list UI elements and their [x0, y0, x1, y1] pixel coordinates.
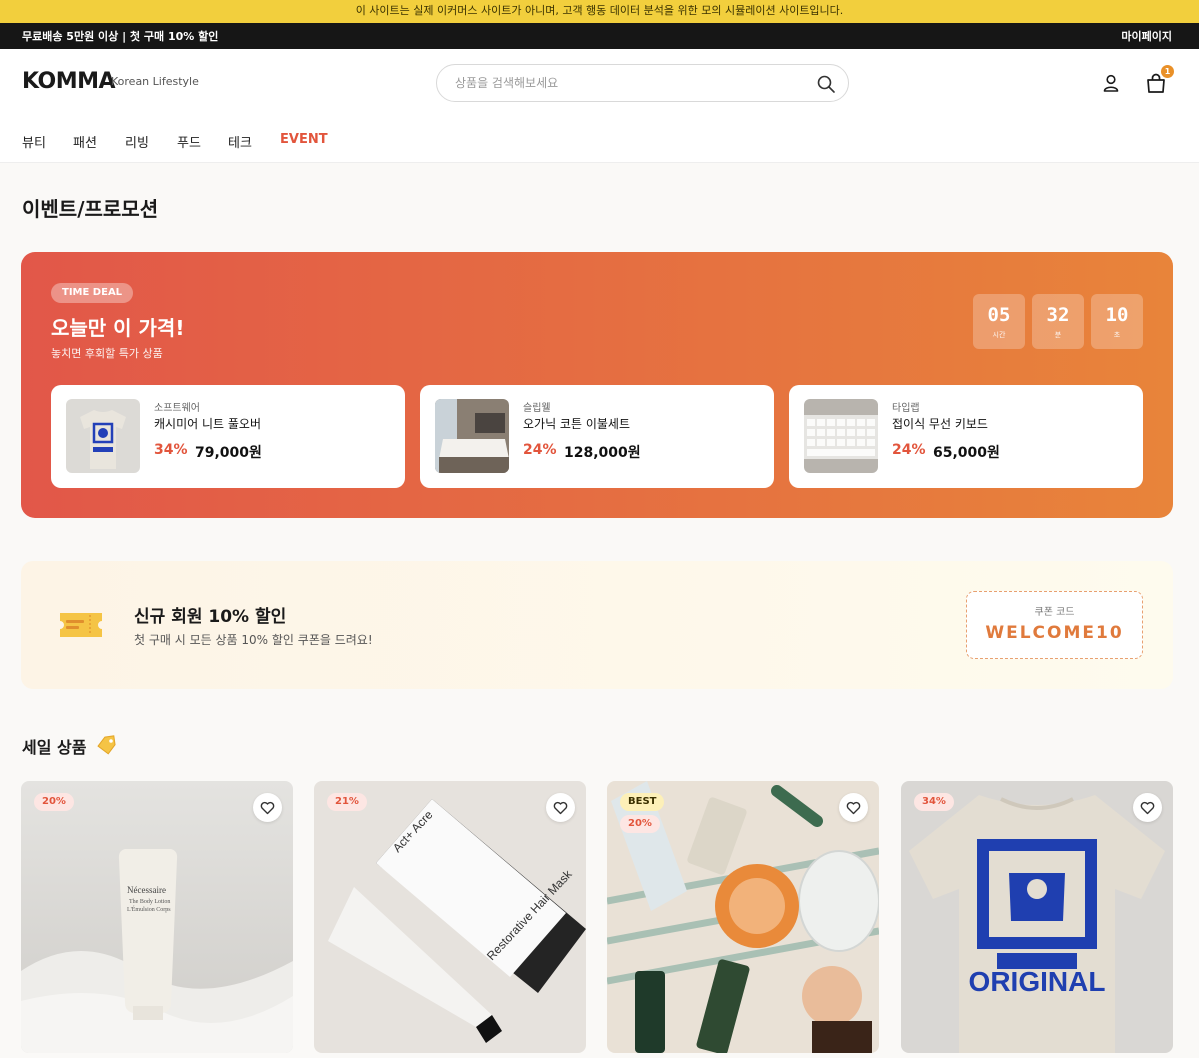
deal-product-card[interactable]: 타입랩 접이식 무선 키보드 24% 65,000원: [789, 385, 1143, 488]
product-name[interactable]: 오가닉 코튼 이불세트: [523, 415, 630, 432]
wishlist-button[interactable]: [546, 793, 575, 822]
page-title: 이벤트/프로모션: [22, 197, 159, 221]
sale-product-card[interactable]: BEST 20%: [607, 781, 879, 1053]
sale-product-card[interactable]: Act+ Acre Restorative Hair Mask 21%: [314, 781, 586, 1053]
time-deal-badge: TIME DEAL: [51, 283, 134, 303]
search-bar: [436, 64, 849, 102]
nav-living[interactable]: 리빙: [125, 132, 149, 151]
search-input[interactable]: [455, 73, 795, 93]
coupon-description: 첫 구매 시 모든 상품 10% 할인 쿠폰을 드려요!: [134, 633, 373, 647]
promo-text: 무료배송 5만원 이상 | 첫 구매 10% 할인: [22, 30, 219, 43]
svg-text:The Body Lotion: The Body Lotion: [129, 899, 170, 905]
header: KOMMA Korean Lifestyle 1: [0, 49, 1199, 117]
nav-tech[interactable]: 테크: [228, 132, 252, 151]
product-price: 79,000원: [195, 445, 262, 461]
coupon-title: 신규 회원 10% 할인: [134, 607, 287, 627]
svg-text:Nécessaire: Nécessaire: [127, 885, 166, 895]
product-discount: 24%: [892, 442, 926, 458]
coupon-code[interactable]: WELCOME10: [967, 623, 1142, 643]
svg-text:ORIGINAL: ORIGINAL: [969, 966, 1106, 997]
heart-icon: [846, 801, 861, 815]
product-brand: 타입랩: [892, 403, 920, 414]
timer-hours: 05 시간: [973, 294, 1025, 349]
timer-seconds: 10 초: [1091, 294, 1143, 349]
cart-count-badge: 1: [1161, 65, 1174, 78]
product-thumbnail: [804, 399, 878, 473]
nav-event[interactable]: EVENT: [280, 132, 328, 147]
top-bar: 무료배송 5만원 이상 | 첫 구매 10% 할인 마이페이지: [0, 23, 1199, 49]
category-nav: 뷰티 패션 리빙 푸드 테크 EVENT: [0, 117, 1199, 163]
product-discount: 24%: [523, 442, 557, 458]
nav-beauty[interactable]: 뷰티: [22, 132, 46, 151]
nav-fashion[interactable]: 패션: [73, 132, 97, 151]
product-name[interactable]: 접이식 무선 키보드: [892, 415, 988, 432]
coupon-code-box[interactable]: 쿠폰 코드 WELCOME10: [966, 591, 1143, 659]
product-brand: 슬립웰: [523, 403, 551, 414]
wishlist-button[interactable]: [839, 793, 868, 822]
nav-food[interactable]: 푸드: [177, 132, 201, 151]
timer-minutes-value: 32: [1046, 304, 1070, 326]
product-price: 65,000원: [933, 445, 1000, 461]
product-thumbnail: [435, 399, 509, 473]
timer-minutes-unit: 분: [1054, 331, 1062, 339]
product-name[interactable]: 캐시미어 니트 풀오버: [154, 415, 261, 432]
coupon-code-label: 쿠폰 코드: [1034, 607, 1075, 618]
product-price: 128,000원: [564, 445, 641, 461]
price-tag-icon: [97, 735, 116, 755]
discount-badge: 34%: [914, 793, 954, 811]
simulation-notice: 이 사이트는 실제 이커머스 사이트가 아니며, 고객 행동 데이터 분석을 위…: [0, 0, 1199, 23]
wishlist-button[interactable]: [253, 793, 282, 822]
product-image: Nécessaire The Body Lotion L'Émulsion Co…: [21, 781, 293, 1053]
time-deal-title: 오늘만 이 가격!: [51, 316, 185, 340]
product-image: Act+ Acre Restorative Hair Mask: [314, 781, 586, 1053]
svg-text:L'Émulsion Corps: L'Émulsion Corps: [127, 905, 171, 913]
sale-section-title: 세일 상품: [22, 738, 87, 757]
sale-product-card[interactable]: Nécessaire The Body Lotion L'Émulsion Co…: [21, 781, 293, 1053]
product-image: ORIGINAL: [901, 781, 1173, 1053]
discount-badge: 20%: [34, 793, 74, 811]
deal-product-card[interactable]: 소프트웨어 캐시미어 니트 풀오버 34% 79,000원: [51, 385, 405, 488]
wishlist-button[interactable]: [1133, 793, 1162, 822]
mypage-link[interactable]: 마이페이지: [1121, 28, 1172, 44]
product-thumbnail: [66, 399, 140, 473]
discount-badge: 21%: [327, 793, 367, 811]
product-brand: 소프트웨어: [154, 403, 200, 414]
sale-product-card[interactable]: ORIGINAL 34%: [901, 781, 1173, 1053]
heart-icon: [260, 801, 275, 815]
time-deal-banner: TIME DEAL 오늘만 이 가격! 놓치면 후회할 특가 상품 05 시간 …: [21, 252, 1173, 518]
timer-seconds-value: 10: [1105, 304, 1129, 326]
logo[interactable]: KOMMA: [22, 69, 116, 94]
heart-icon: [553, 801, 568, 815]
deal-product-card[interactable]: 슬립웰 오가닉 코튼 이불세트 24% 128,000원: [420, 385, 774, 488]
coupon-ticket-icon: [60, 613, 102, 637]
user-icon[interactable]: [1101, 73, 1121, 93]
product-discount: 34%: [154, 442, 188, 458]
best-badge: BEST: [620, 793, 665, 811]
time-deal-subtitle: 놓치면 후회할 특가 상품: [51, 347, 163, 360]
timer-hours-unit: 시간: [992, 331, 1006, 339]
heart-icon: [1140, 801, 1155, 815]
timer-minutes: 32 분: [1032, 294, 1084, 349]
timer-hours-value: 05: [987, 304, 1011, 326]
discount-badge: 20%: [620, 815, 660, 833]
timer-seconds-unit: 초: [1113, 331, 1121, 339]
coupon-banner: 신규 회원 10% 할인 첫 구매 시 모든 상품 10% 할인 쿠폰을 드려요…: [21, 561, 1173, 689]
logo-subtitle: Korean Lifestyle: [111, 75, 199, 88]
search-icon[interactable]: [816, 74, 836, 94]
